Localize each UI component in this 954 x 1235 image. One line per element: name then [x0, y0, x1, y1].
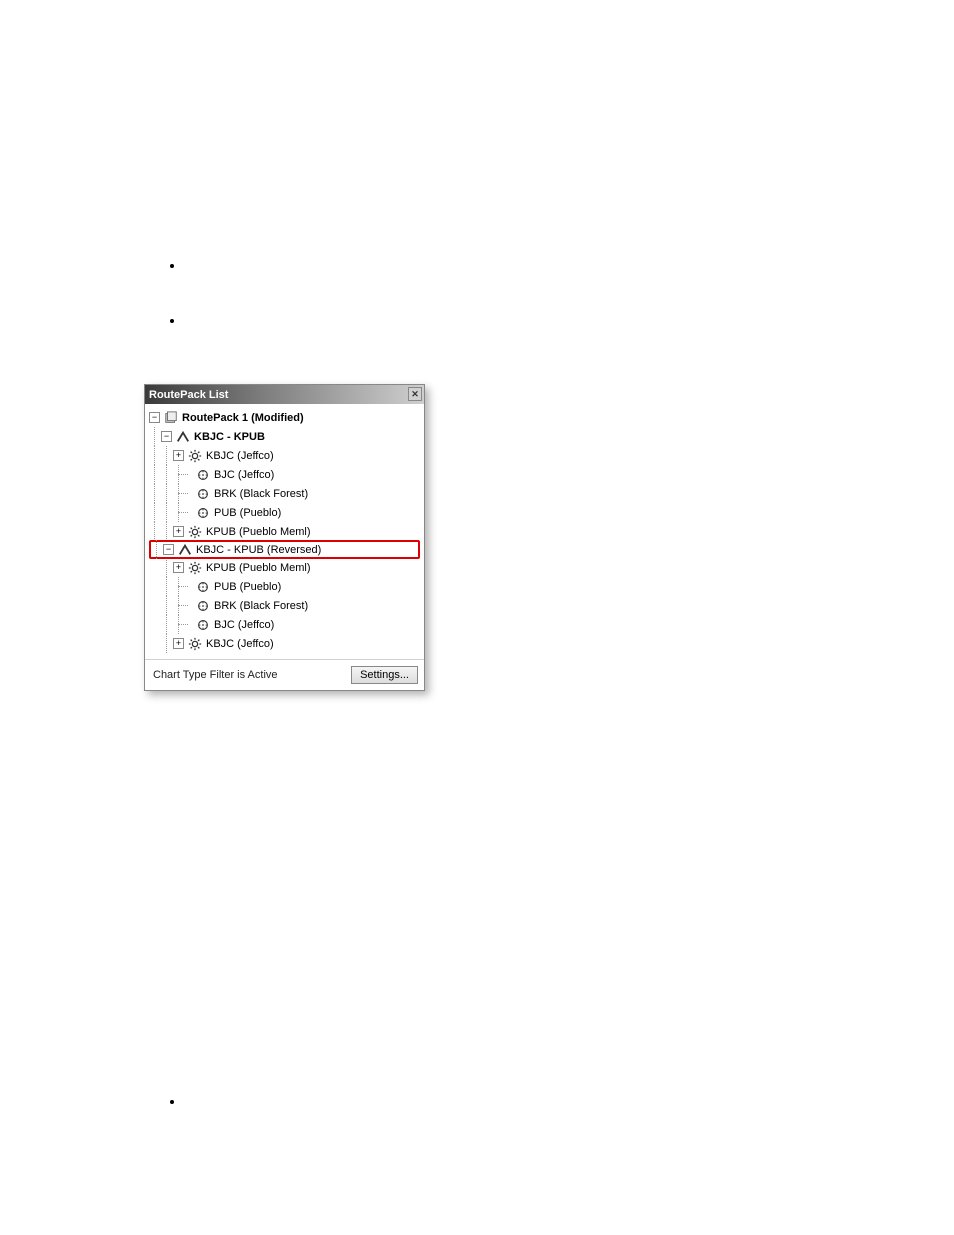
tree-item-label: KPUB (Pueblo Meml) [206, 562, 311, 574]
tree-root-label: RoutePack 1 (Modified) [182, 412, 304, 424]
waypoint-icon [195, 617, 211, 633]
tree-item-label: KBJC (Jeffco) [206, 450, 274, 462]
expand-toggle[interactable]: − [161, 431, 172, 442]
routepack-icon [163, 410, 179, 426]
gear-icon [187, 560, 203, 576]
tree-item-label: BJC (Jeffco) [214, 469, 274, 481]
tree-view[interactable]: − RoutePack 1 (Modified) − KBJC - KPUB [145, 404, 424, 659]
bullet-list-bottom [145, 1094, 185, 1149]
expand-toggle[interactable]: − [149, 412, 160, 423]
tree-item-label: BJC (Jeffco) [214, 619, 274, 631]
route-icon [177, 542, 193, 558]
expand-toggle[interactable]: + [173, 638, 184, 649]
tree-item-label: KBJC (Jeffco) [206, 638, 274, 650]
waypoint-icon [195, 505, 211, 521]
expand-toggle[interactable]: + [173, 450, 184, 461]
gear-icon [187, 636, 203, 652]
waypoint-icon [195, 467, 211, 483]
tree-route[interactable]: − KBJC - KPUB [149, 427, 420, 446]
tree-item-label: BRK (Black Forest) [214, 488, 308, 500]
tree-item-label: BRK (Black Forest) [214, 600, 308, 612]
tree-item-label: PUB (Pueblo) [214, 581, 281, 593]
waypoint-icon [195, 579, 211, 595]
expand-toggle[interactable]: + [173, 562, 184, 573]
tree-item-waypoint[interactable]: BRK (Black Forest) [149, 596, 420, 615]
expand-toggle[interactable]: + [173, 526, 184, 537]
tree-root[interactable]: − RoutePack 1 (Modified) [149, 408, 420, 427]
tree-route-label: KBJC - KPUB [194, 431, 265, 443]
tree-item-waypoint[interactable]: BJC (Jeffco) [149, 465, 420, 484]
tree-item-airport[interactable]: + KPUB (Pueblo Meml) [149, 522, 420, 541]
tree-route-label: KBJC - KPUB (Reversed) [196, 544, 321, 556]
tree-item-waypoint[interactable]: BRK (Black Forest) [149, 484, 420, 503]
tree-item-airport[interactable]: + KPUB (Pueblo Meml) [149, 558, 420, 577]
tree-item-waypoint[interactable]: BJC (Jeffco) [149, 615, 420, 634]
tree-item-label: KPUB (Pueblo Meml) [206, 526, 311, 538]
titlebar[interactable]: RoutePack List ✕ [145, 385, 424, 404]
waypoint-icon [195, 598, 211, 614]
gear-icon [187, 448, 203, 464]
settings-button[interactable]: Settings... [351, 666, 418, 684]
tree-item-waypoint[interactable]: PUB (Pueblo) [149, 503, 420, 522]
close-icon[interactable]: ✕ [408, 387, 422, 401]
panel-footer: Chart Type Filter is Active Settings... [145, 659, 424, 690]
route-icon [175, 429, 191, 445]
filter-status: Chart Type Filter is Active [153, 669, 278, 681]
gear-icon [187, 524, 203, 540]
routepack-panel: RoutePack List ✕ − RoutePack 1 (Modified… [144, 384, 425, 691]
waypoint-icon [195, 486, 211, 502]
expand-toggle[interactable]: − [163, 544, 174, 555]
tree-item-airport[interactable]: + KBJC (Jeffco) [149, 634, 420, 653]
tree-item-airport[interactable]: + KBJC (Jeffco) [149, 446, 420, 465]
tree-route-highlighted[interactable]: − KBJC - KPUB (Reversed) [149, 540, 420, 559]
bullet-list-top [145, 258, 185, 368]
tree-item-waypoint[interactable]: PUB (Pueblo) [149, 577, 420, 596]
tree-item-label: PUB (Pueblo) [214, 507, 281, 519]
panel-title: RoutePack List [149, 389, 228, 401]
